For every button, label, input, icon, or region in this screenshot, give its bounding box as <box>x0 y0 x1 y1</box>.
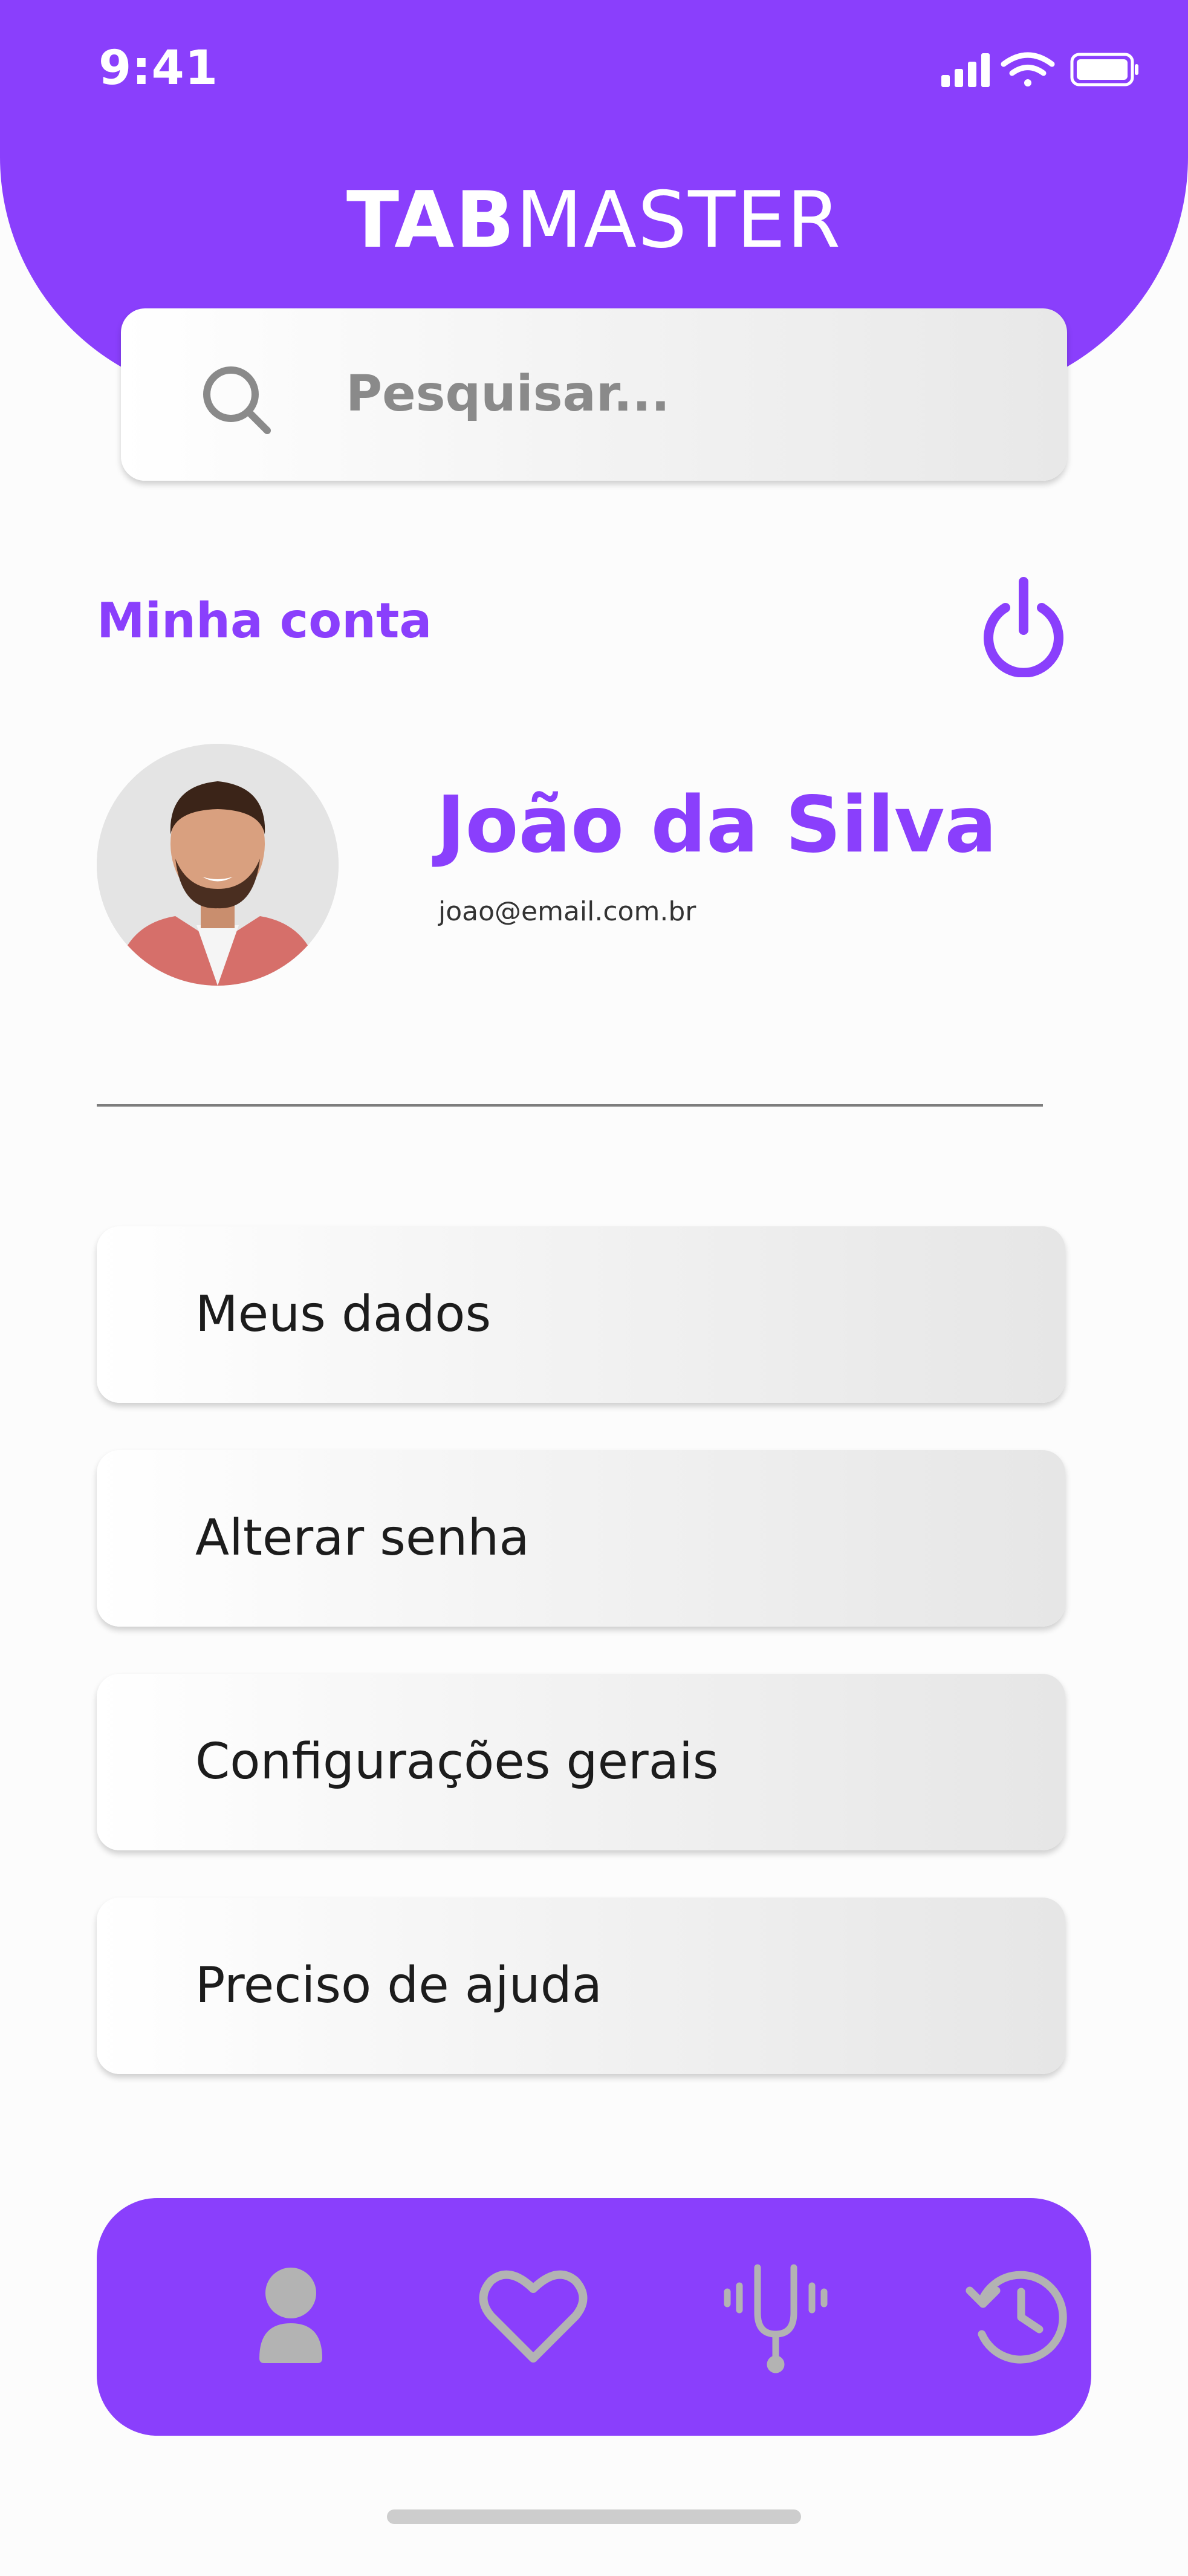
menu-item-label: Configurações gerais <box>195 1733 719 1791</box>
search-input[interactable] <box>345 357 1012 431</box>
brand-bold: TAB <box>346 175 516 265</box>
menu-item-label: Preciso de ajuda <box>195 1957 603 2014</box>
app-logo: TABMASTER <box>0 175 1188 265</box>
avatar[interactable] <box>97 744 339 986</box>
section-title-my-account: Minha conta <box>97 593 432 649</box>
user-icon <box>259 2268 322 2363</box>
divider <box>97 1104 1043 1107</box>
user-email: joao@email.com.br <box>438 896 696 927</box>
battery-icon <box>1070 53 1138 86</box>
history-icon <box>966 2271 1067 2364</box>
nav-profile-button[interactable] <box>230 2256 351 2376</box>
brand-light: MASTER <box>515 175 842 265</box>
menu-item-label: Meus dados <box>195 1286 492 1343</box>
status-time: 9:41 <box>99 41 219 96</box>
nav-history-button[interactable] <box>958 2256 1079 2376</box>
nav-favorites-button[interactable] <box>473 2256 594 2376</box>
search-icon[interactable] <box>200 363 272 435</box>
search-bar[interactable] <box>121 308 1067 481</box>
cellular-signal-icon <box>941 53 990 87</box>
menu-item-help[interactable]: Preciso de ajuda <box>97 1898 1065 2074</box>
nav-tuner-button[interactable] <box>715 2256 836 2376</box>
menu-item-my-data[interactable]: Meus dados <box>97 1226 1065 1403</box>
wifi-icon <box>1001 52 1055 86</box>
status-icons <box>941 52 1138 87</box>
home-indicator <box>387 2509 801 2524</box>
bottom-navigation <box>97 2198 1091 2436</box>
tuning-fork-icon <box>724 2264 828 2373</box>
menu-item-general-settings[interactable]: Configurações gerais <box>97 1674 1065 1850</box>
menu-item-change-password[interactable]: Alterar senha <box>97 1450 1065 1627</box>
user-name: João da Silva <box>437 780 997 870</box>
avatar-photo <box>97 744 339 986</box>
heart-icon <box>479 2270 588 2363</box>
power-icon[interactable] <box>978 574 1069 677</box>
menu-item-label: Alterar senha <box>195 1509 530 1567</box>
